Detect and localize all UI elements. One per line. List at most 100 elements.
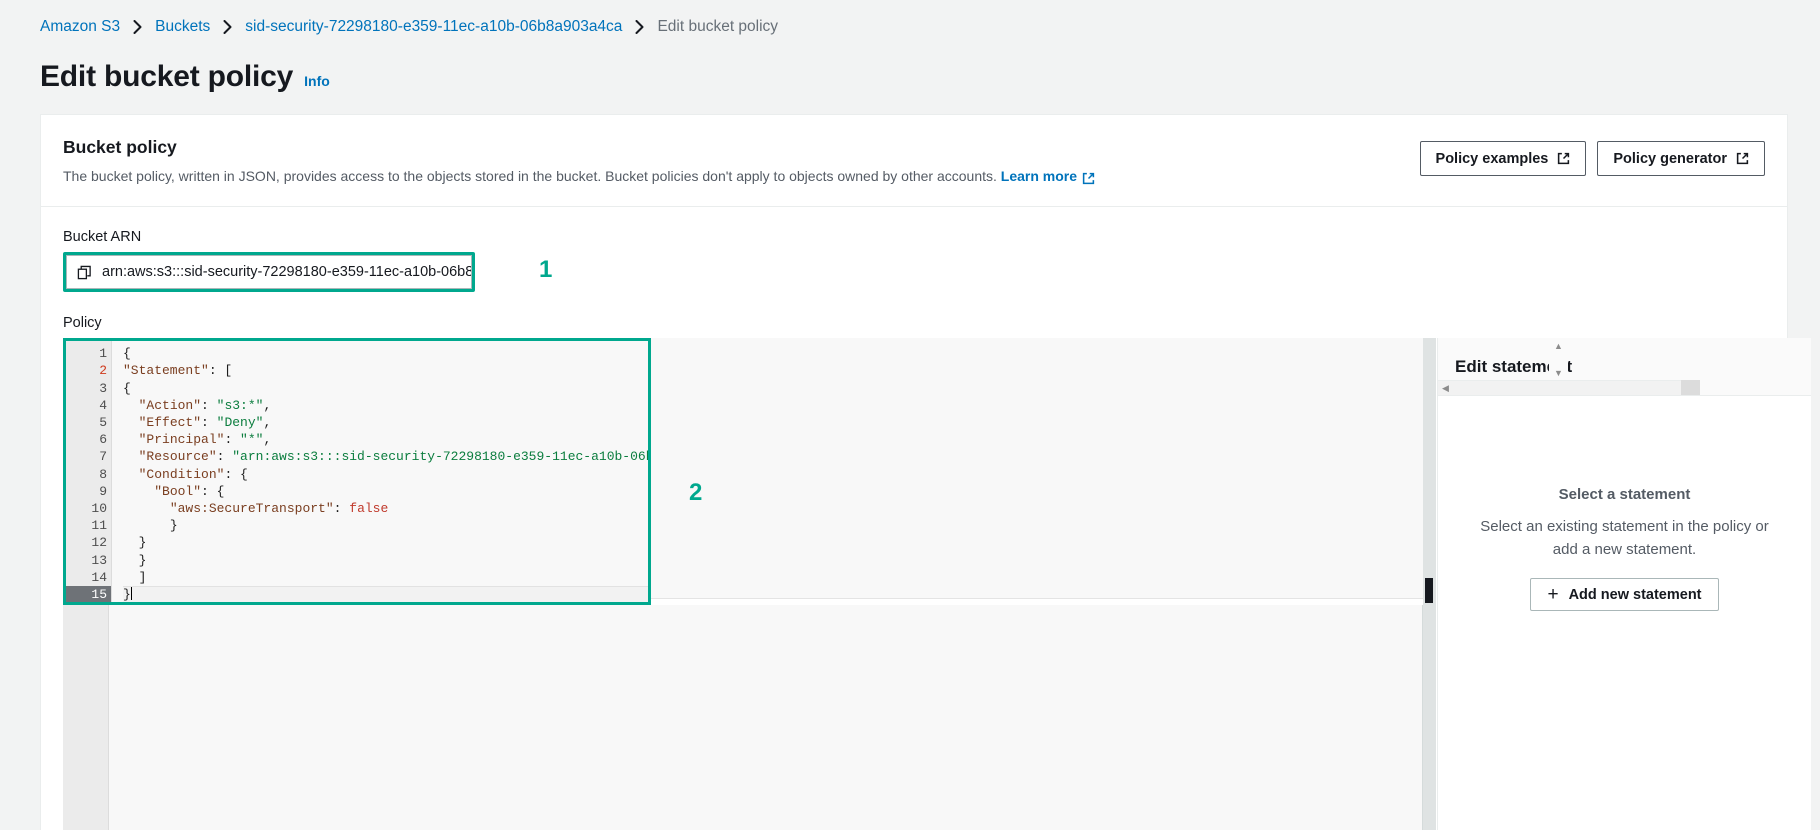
editor-code-line: "Bool": { [123,483,648,500]
external-link-icon [1557,152,1570,165]
code-token: } [138,535,147,551]
text-cursor [130,586,132,600]
editor-line-number: 2▼ [66,362,121,379]
code-token: : [216,449,233,465]
caret-up-icon[interactable]: ▲ [1554,342,1563,351]
annotation-box-1: arn:aws:s3:::sid-security-72298180-e359-… [63,252,475,293]
editor-lower-gutter [63,605,109,830]
caret-down-icon[interactable]: ▼ [1554,369,1563,378]
editor-code-line: } [123,534,648,551]
add-new-statement-label: Add new statement [1568,586,1702,603]
code-token: "Statement" [123,363,209,379]
editor-line-number: 4 [99,397,107,413]
bucket-arn-value: arn:aws:s3:::sid-security-72298180-e359-… [102,264,472,281]
learn-more-label: Learn more [1000,168,1078,184]
code-token: "aws:SecureTransport" [154,500,334,516]
code-token: , [263,397,272,413]
edit-statement-header: Edit statement ▲ ▼ ◀ ▶ [1438,338,1811,397]
code-token: } [123,586,131,602]
add-new-statement-button[interactable]: + Add new statement [1530,578,1719,612]
editor-code-line: "Action": "s3:*", [123,397,648,414]
editor-code-line: } [123,585,648,603]
code-token: "Deny" [216,415,264,431]
code-token: { [123,346,131,362]
bucket-arn-field-wrap: arn:aws:s3:::sid-security-72298180-e359-… [63,252,552,293]
editor-line-number: 8▼ [66,466,121,483]
edit-statement-body: Select a statement Select an existing st… [1438,396,1811,612]
policy-label: Policy [63,315,102,332]
chevron-right-icon [133,20,142,34]
panel-horizontal-scrollbar[interactable]: ◀ ▶ [1438,380,1700,396]
editor-right-filler [651,338,1423,600]
breadcrumb-item-buckets[interactable]: Buckets [155,18,210,36]
code-token: "arn:aws:s3:::sid-security-72298180-e359… [232,449,648,465]
code-token: "Condition" [138,466,225,482]
code-token: , [263,432,272,448]
caret-left-icon[interactable]: ◀ [1442,383,1449,393]
edit-statement-panel: Edit statement ▲ ▼ ◀ ▶ Select a statemen… [1437,338,1811,830]
annotation-marker-2: 2 [689,479,703,507]
editor-code-line: "Principal": "*", [123,431,648,448]
code-token: "Bool" [154,483,202,499]
editor-line-number: 5 [99,415,107,431]
editor-code-line: "Statement": [ [123,362,648,379]
editor-vertical-scrollbar-thumb[interactable] [1425,578,1433,604]
editor-code-line: { [123,380,648,397]
breadcrumb-item-amazon-s3[interactable]: Amazon S3 [40,18,120,36]
page-title-row: Edit bucket policy Info [40,60,330,94]
breadcrumb-item-bucket-name[interactable]: sid-security-72298180-e359-11ec-a10b-06b… [245,18,622,36]
external-link-icon [1736,152,1749,165]
code-token: } [138,552,147,568]
policy-examples-button[interactable]: Policy examples [1419,141,1587,176]
code-token: : [201,397,217,413]
editor-line-number: 12 [91,535,107,551]
empty-state-title: Select a statement [1558,486,1691,504]
editor-code-line: "Resource": "arn:aws:s3:::sid-security-7… [123,448,648,465]
card-description-text: The bucket policy, written in JSON, prov… [63,168,997,184]
bucket-arn-input[interactable]: arn:aws:s3:::sid-security-72298180-e359-… [66,255,472,290]
editor-code[interactable]: {"Statement": [{ "Action": "s3:*", "Effe… [112,341,648,603]
learn-more-link[interactable]: Learn more [1001,166,1095,186]
editor-line-number: 7 [99,449,107,465]
annotation-box-2: 1▼2▼3▼4 5678▼9▼10 1112131415 {"Statement":… [63,338,651,606]
editor-line-number: 10 [91,500,107,516]
policy-generator-button[interactable]: Policy generator [1597,141,1765,176]
card-header-actions: Policy examples Policy generator [1419,141,1765,176]
editor-code-line: "aws:SecureTransport": false [123,500,648,517]
code-token: : [333,500,350,516]
bucket-arn-label: Bucket ARN [63,229,142,246]
editor-code-line: } [123,552,648,569]
editor-code-line: { [123,345,648,362]
policy-editor-region: 1▼2▼3▼45678▼9▼101112131415 {"Statement":… [63,338,1811,830]
card-body: Bucket ARN arn:aws:s3:::sid-security-722… [41,207,1811,830]
editor-line-number: 3▼ [66,380,121,397]
editor-line-number: 1▼ [66,345,121,362]
chevron-right-icon [223,20,232,34]
editor-code-line: ] [123,569,648,586]
editor-lower-area [63,605,1423,830]
code-token: , [263,415,272,431]
page-title: Edit bucket policy [40,60,294,93]
code-token: ] [123,569,147,585]
code-token: { [123,380,131,396]
panel-vertical-scrollbar[interactable]: ▲ ▼ [1549,338,1568,383]
copy-icon[interactable] [77,265,92,280]
code-token: "Action" [138,397,202,413]
bucket-policy-card: Bucket policy The bucket policy, written… [40,114,1811,830]
code-token: "Effect" [138,415,202,431]
editor-line-number: 15 [66,585,111,603]
policy-examples-label: Policy examples [1435,150,1549,167]
empty-state-description: Select an existing statement in the poli… [1480,518,1769,558]
info-link[interactable]: Info [304,73,330,89]
editor-line-number: 14 [91,569,107,585]
annotation-marker-1: 1 [539,256,553,284]
editor-line-number: 6 [99,432,107,448]
code-token: : { [224,466,248,482]
code-token: "*" [240,432,264,448]
editor-code-line: } [123,517,648,534]
policy-json-editor[interactable]: 1▼2▼3▼4 5678▼9▼10 1112131415 {"Statement":… [66,341,648,603]
code-token: "Resource" [138,449,217,465]
external-link-icon [1082,170,1095,184]
card-header: Bucket policy The bucket policy, written… [41,115,1787,208]
code-token: "s3:*" [216,397,264,413]
